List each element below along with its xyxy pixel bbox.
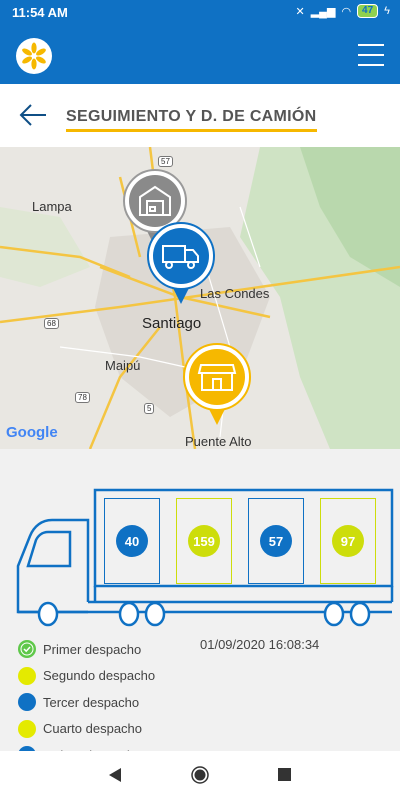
compartment-2[interactable]: 159 bbox=[176, 498, 232, 584]
signal-icon: ▂▄▆ bbox=[310, 5, 336, 18]
nav-recents-icon[interactable] bbox=[278, 768, 291, 786]
compartment-1-value: 40 bbox=[116, 525, 148, 557]
nav-home-icon[interactable] bbox=[191, 766, 209, 789]
truck-marker[interactable] bbox=[146, 222, 216, 311]
map-label-lampa: Lampa bbox=[32, 199, 72, 214]
legend-item-4: Cuarto despacho bbox=[18, 716, 155, 743]
dispatch-legend: Primer despacho Segundo despacho Tercer … bbox=[18, 636, 155, 769]
page-title: SEGUIMIENTO Y D. DE CAMIÓN bbox=[66, 108, 317, 132]
wifi-icon: ◠ bbox=[341, 5, 352, 18]
title-row: SEGUIMIENTO Y D. DE CAMIÓN bbox=[0, 84, 400, 147]
google-logo: Google bbox=[6, 424, 58, 441]
back-arrow-icon[interactable] bbox=[18, 102, 48, 128]
legend-item-3: Tercer despacho bbox=[18, 689, 155, 716]
legend-item-1: Primer despacho bbox=[18, 636, 155, 663]
road-shield-5: 5 bbox=[144, 403, 155, 414]
store-marker[interactable] bbox=[182, 343, 252, 432]
compartment-3[interactable]: 57 bbox=[248, 498, 304, 584]
battery-icon: 47 bbox=[357, 4, 379, 18]
road-shield-68: 68 bbox=[44, 318, 59, 329]
dispatch-timestamp: 01/09/2020 16:08:34 bbox=[200, 637, 320, 652]
status-icons: ✕ ▂▄▆ ◠ 47 ϟ bbox=[295, 4, 390, 18]
mute-icon: ✕ bbox=[295, 5, 305, 18]
legend-label-3: Tercer despacho bbox=[43, 694, 140, 710]
compartment-1[interactable]: 40 bbox=[104, 498, 160, 584]
legend-label-2: Segundo despacho bbox=[43, 668, 156, 684]
legend-dot-blue bbox=[18, 693, 36, 712]
system-nav-bar bbox=[0, 751, 400, 800]
legend-dot-yellow bbox=[18, 666, 36, 685]
charging-icon: ϟ bbox=[384, 5, 390, 17]
google-attribution: Google bbox=[6, 424, 58, 441]
map-label-puente-alto: Puente Alto bbox=[185, 434, 252, 449]
status-time: 11:54 AM bbox=[12, 5, 68, 20]
map-label-maipu: Maipú bbox=[105, 358, 141, 373]
legend-item-2: Segundo despacho bbox=[18, 663, 155, 690]
legend-label-1: Primer despacho bbox=[43, 641, 142, 657]
map-view[interactable]: Lampa Las Condes Santiago Maipú Puente A… bbox=[0, 147, 400, 449]
menu-icon[interactable] bbox=[358, 44, 384, 66]
map-label-santiago: Santiago bbox=[142, 315, 202, 332]
compartment-4[interactable]: 97 bbox=[320, 498, 376, 584]
compartment-2-value: 159 bbox=[188, 525, 220, 557]
compartment-4-value: 97 bbox=[332, 525, 364, 557]
nav-back-icon[interactable] bbox=[108, 767, 122, 788]
status-bar: 11:54 AM ✕ ▂▄▆ ◠ 47 ϟ bbox=[0, 0, 400, 26]
legend-label-4: Cuarto despacho bbox=[43, 721, 143, 737]
walmart-spark-logo[interactable] bbox=[16, 38, 52, 74]
road-shield-78: 78 bbox=[75, 392, 90, 403]
app-bar bbox=[0, 26, 400, 84]
legend-dot-yellow bbox=[18, 719, 36, 738]
compartment-3-value: 57 bbox=[260, 525, 292, 557]
check-icon bbox=[18, 640, 36, 659]
road-shield-57: 57 bbox=[158, 156, 173, 167]
